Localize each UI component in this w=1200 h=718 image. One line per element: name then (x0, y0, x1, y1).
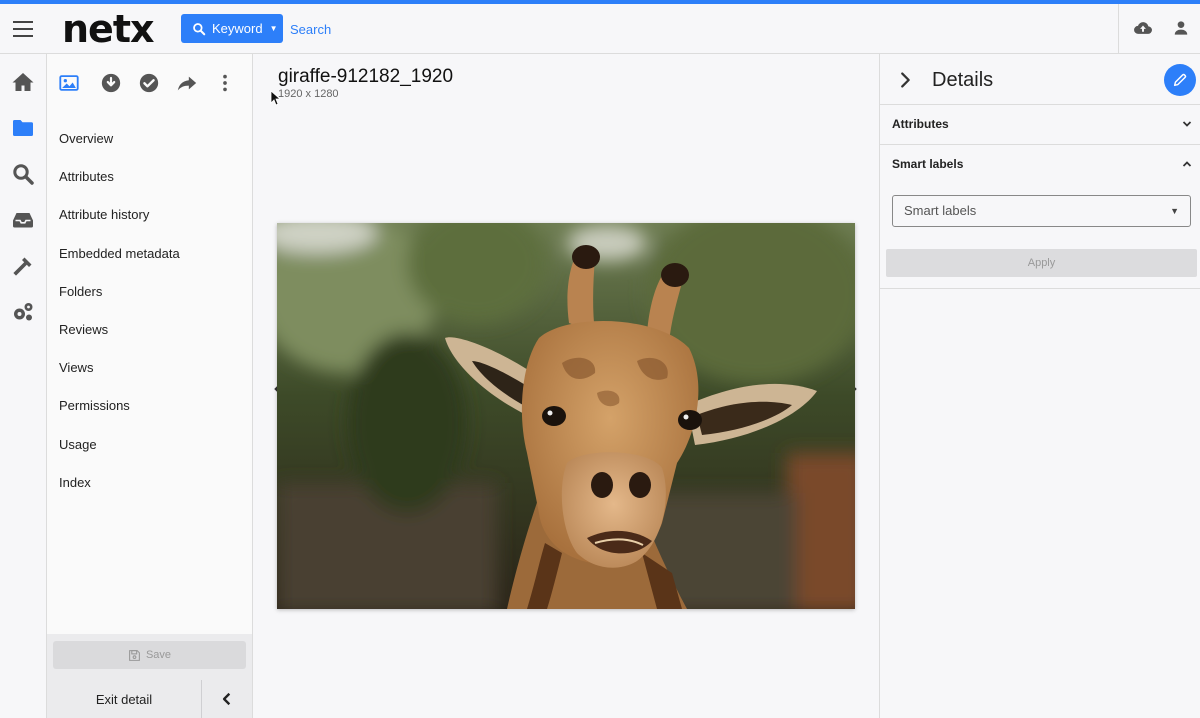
collapse-panel-button[interactable] (207, 684, 247, 714)
giraffe-photo (277, 223, 855, 609)
asset-side-panel: Overview Attributes Attribute history Em… (47, 54, 253, 718)
folder-icon[interactable] (11, 116, 35, 140)
smart-labels-placeholder: Smart labels (904, 203, 977, 218)
asset-title: giraffe-912182_1920 (278, 66, 454, 87)
footer-divider (201, 680, 202, 718)
logo: netx (62, 7, 155, 51)
asset-dimensions: 1920 x 1280 (278, 88, 339, 100)
section-attributes-label: Attributes (892, 117, 949, 131)
nav-item-attribute-history[interactable]: Attribute history (47, 196, 252, 234)
section-attributes-header[interactable]: Attributes (880, 104, 1200, 144)
search-mode-dropdown[interactable]: Keyword ▼ (181, 14, 283, 43)
nav-item-attributes[interactable]: Attributes (47, 158, 252, 196)
search-icon (193, 22, 206, 35)
share-icon[interactable] (176, 72, 198, 94)
header-divider (1118, 4, 1119, 54)
side-panel-footer: Save Exit detail (47, 634, 252, 718)
search-icon[interactable] (11, 162, 35, 186)
search-input[interactable] (290, 16, 690, 42)
section-smart-labels-header[interactable]: Smart labels (880, 144, 1200, 184)
details-title: Details (932, 69, 994, 91)
cloud-upload-icon[interactable] (1133, 18, 1153, 38)
nav-item-embedded-metadata[interactable]: Embedded metadata (47, 235, 252, 273)
chevron-down-icon (1182, 121, 1192, 127)
edit-button[interactable] (1164, 64, 1196, 96)
image-icon[interactable] (58, 72, 80, 94)
gears-icon[interactable] (11, 300, 35, 324)
details-panel: Details Attributes Smart labels Smart la… (879, 54, 1200, 718)
top-bar: netx Keyword ▼ (0, 0, 1200, 54)
inbox-icon[interactable] (11, 208, 35, 232)
asset-preview-image[interactable] (277, 223, 855, 609)
apply-button[interactable]: Apply (886, 249, 1197, 277)
pencil-icon (1173, 73, 1187, 87)
nav-item-reviews[interactable]: Reviews (47, 311, 252, 349)
chevron-right-icon[interactable] (894, 69, 916, 91)
user-icon[interactable] (1171, 18, 1191, 38)
save-label: Save (145, 649, 172, 661)
nav-item-permissions[interactable]: Permissions (47, 387, 252, 425)
chevron-up-icon (1182, 161, 1192, 167)
nav-item-folders[interactable]: Folders (47, 273, 252, 311)
exit-detail-button[interactable]: Exit detail (47, 680, 201, 718)
check-circle-icon[interactable] (138, 72, 160, 94)
download-icon[interactable] (100, 72, 122, 94)
more-vertical-icon[interactable] (214, 72, 236, 94)
nav-item-views[interactable]: Views (47, 349, 252, 387)
caret-down-icon: ▼ (269, 24, 278, 33)
left-rail (0, 54, 47, 718)
detail-nav: Overview Attributes Attribute history Em… (47, 120, 252, 502)
floppy-disk-icon (129, 649, 140, 661)
save-button[interactable]: Save (53, 641, 246, 669)
asset-main: giraffe-912182_1920 1920 x 1280 (253, 54, 879, 718)
caret-down-icon: ▼ (1170, 206, 1179, 216)
smart-labels-select[interactable]: Smart labels ▼ (892, 195, 1191, 227)
hamburger-menu-icon[interactable] (13, 21, 33, 37)
hammer-icon[interactable] (11, 254, 35, 278)
section-smart-labels-label: Smart labels (892, 157, 964, 171)
details-divider (880, 288, 1200, 289)
nav-item-usage[interactable]: Usage (47, 426, 252, 464)
chevron-left-icon (222, 692, 231, 706)
search-mode-label: Keyword (212, 21, 263, 36)
mouse-cursor-icon (270, 90, 280, 106)
nav-item-overview[interactable]: Overview (47, 120, 252, 158)
home-icon[interactable] (11, 70, 35, 94)
nav-item-index[interactable]: Index (47, 464, 252, 502)
